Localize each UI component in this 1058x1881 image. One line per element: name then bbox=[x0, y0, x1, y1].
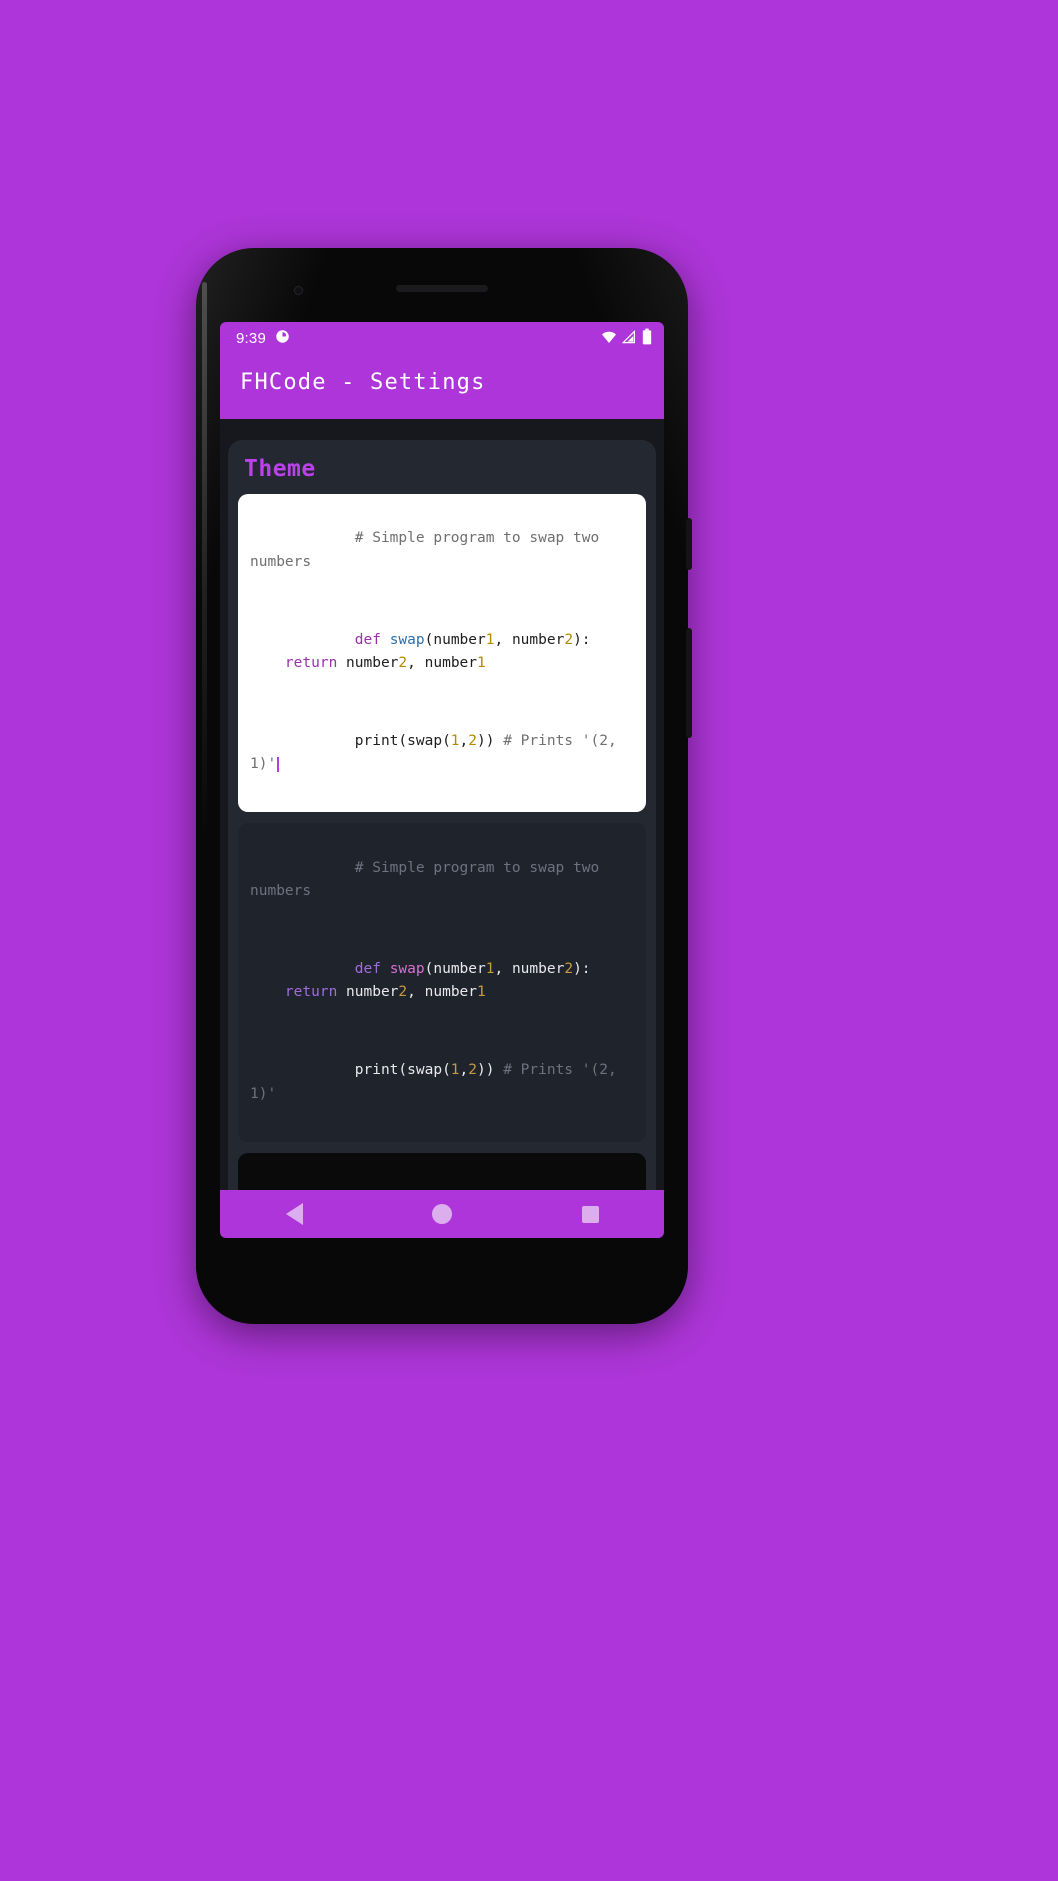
code-arg2: 2 bbox=[468, 732, 477, 749]
theme-section-card: Theme # Simple program to swap two numbe… bbox=[228, 440, 656, 1190]
text-caret bbox=[277, 757, 280, 773]
theme-section-heading: Theme bbox=[244, 456, 316, 482]
code-arg2: 2 bbox=[468, 1062, 477, 1079]
code-arg-sep: , bbox=[459, 732, 469, 749]
code-blank-line-2 bbox=[250, 699, 634, 706]
circle-home-icon bbox=[432, 1204, 452, 1224]
code-ret-a-number: 2 bbox=[398, 655, 408, 672]
back-button[interactable] bbox=[271, 1190, 317, 1238]
code-keyword-def: def bbox=[354, 631, 381, 648]
code-fn-name: swap bbox=[389, 631, 425, 648]
app-bar: FHCode - Settings bbox=[220, 354, 664, 419]
code-ret-a-number: 2 bbox=[398, 984, 408, 1001]
code-blank-line-2 bbox=[250, 1028, 634, 1035]
code-ret-a: number bbox=[346, 655, 399, 672]
code-ret-sep: , bbox=[407, 984, 425, 1001]
code-arg1: 1 bbox=[450, 732, 460, 749]
code-print-close: )) bbox=[477, 732, 504, 749]
volume-button[interactable] bbox=[686, 628, 692, 738]
code-arg1: 1 bbox=[450, 1062, 460, 1079]
code-keyword-def: def bbox=[354, 960, 381, 977]
status-bar-right bbox=[601, 328, 652, 349]
square-recents-icon bbox=[581, 1205, 599, 1223]
code-keyword-return: return bbox=[250, 655, 347, 672]
code-ret-b: number bbox=[424, 655, 478, 672]
code-sig-close: ): bbox=[573, 960, 591, 977]
code-keyword-return: return bbox=[250, 984, 347, 1001]
code-print-call: print(swap( bbox=[354, 1062, 451, 1079]
light-theme-swatch[interactable]: # Simple program to swap two numbers def… bbox=[238, 494, 646, 813]
code-comma: , bbox=[494, 960, 512, 977]
wifi-icon bbox=[601, 329, 617, 348]
code-param1: number bbox=[433, 631, 486, 648]
code-print-close: )) bbox=[477, 1062, 504, 1079]
battery-icon bbox=[642, 328, 652, 349]
status-clock: 9:39 bbox=[236, 329, 266, 347]
home-button[interactable] bbox=[419, 1190, 465, 1238]
code-print-call: print(swap( bbox=[354, 732, 451, 749]
code-comment: # Simple program to swap two numbers bbox=[250, 859, 608, 900]
earpiece-speaker bbox=[396, 285, 488, 292]
code-comma: , bbox=[494, 631, 512, 648]
code-param2: number bbox=[511, 960, 565, 977]
code-ret-sep: , bbox=[407, 655, 425, 672]
system-nav-bar bbox=[220, 1190, 664, 1238]
code-ret-a: number bbox=[346, 984, 399, 1001]
code-param2-number: 2 bbox=[564, 960, 574, 977]
status-bar: 9:39 bbox=[220, 322, 664, 354]
phone-screen: 9:39 FHCode - Settings Theme # Simple pr… bbox=[220, 322, 664, 1238]
code-ret-b-number: 1 bbox=[477, 655, 486, 672]
cell-signal-icon bbox=[621, 329, 637, 348]
screenshot-root: 9:39 FHCode - Settings Theme # Simple pr… bbox=[0, 0, 1058, 1881]
recents-button[interactable] bbox=[567, 1190, 613, 1238]
phone-device-frame: 9:39 FHCode - Settings Theme # Simple pr… bbox=[196, 248, 692, 1324]
code-param2-number: 2 bbox=[564, 631, 574, 648]
power-button[interactable] bbox=[686, 518, 692, 570]
clock-icon bbox=[275, 329, 290, 348]
code-ret-b-number: 1 bbox=[477, 984, 486, 1001]
code-param1: number bbox=[433, 960, 486, 977]
page-title: FHCode - Settings bbox=[240, 370, 486, 395]
code-ret-b: number bbox=[424, 984, 478, 1001]
triangle-back-icon bbox=[285, 1203, 303, 1225]
code-sig-close: ): bbox=[573, 631, 591, 648]
code-param2: number bbox=[511, 631, 565, 648]
status-bar-left: 9:39 bbox=[236, 329, 601, 348]
code-fn-name: swap bbox=[389, 960, 425, 977]
settings-content[interactable]: Theme # Simple program to swap two numbe… bbox=[220, 428, 664, 1190]
dim-theme-swatch[interactable]: # Simple program to swap two numbers def… bbox=[238, 823, 646, 1142]
bezel-edge-highlight bbox=[202, 282, 207, 842]
code-arg-sep: , bbox=[459, 1062, 469, 1079]
black-theme-swatch[interactable]: # Simple program to swap two numbers def… bbox=[238, 1152, 646, 1190]
code-comment: # Simple program to swap two numbers bbox=[250, 530, 608, 570]
front-camera-icon bbox=[294, 286, 303, 295]
